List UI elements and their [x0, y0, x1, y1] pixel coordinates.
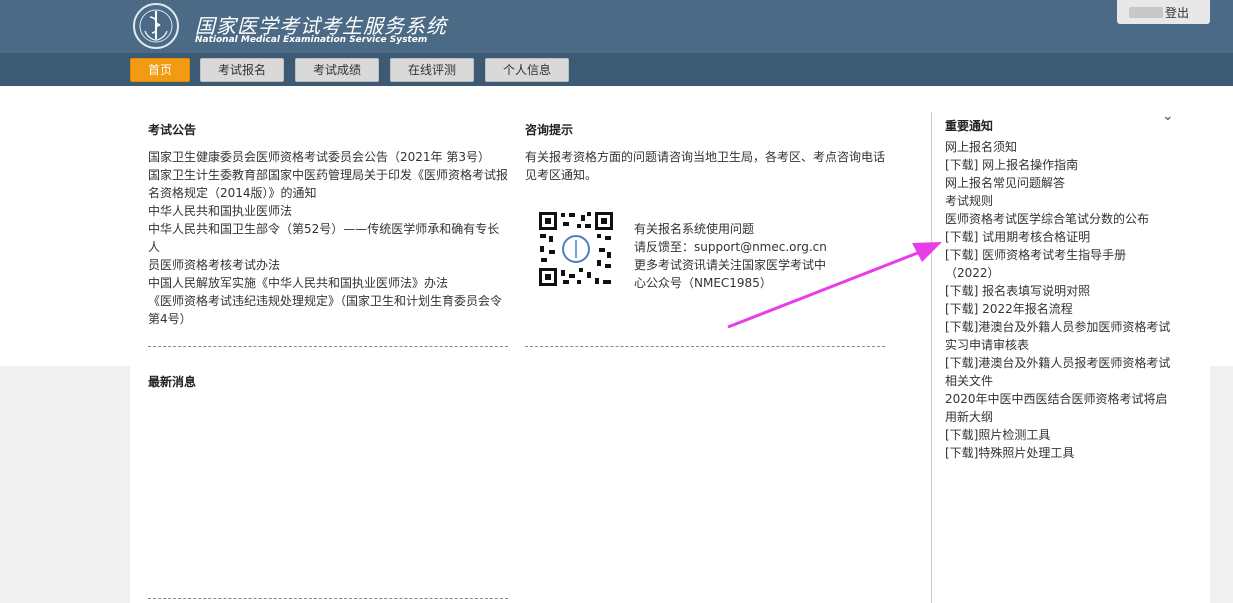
- announcement-link[interactable]: 国家卫生健康委员会医师资格考试委员会公告（2021年 第3号）: [148, 148, 510, 166]
- notice-link[interactable]: 网上报名须知: [945, 138, 1175, 156]
- notice-link[interactable]: [下载]港澳台及外籍人员报考医师资格考试: [945, 354, 1175, 372]
- consult-line: 有关报考资格方面的问题请咨询当地卫生局，各考区、考点咨询电话: [525, 150, 886, 164]
- notice-link[interactable]: 考试规则: [945, 192, 1175, 210]
- tab-home[interactable]: 首页: [130, 58, 190, 82]
- notice-link[interactable]: 实习申请审核表: [945, 336, 1175, 354]
- tab-exam-scores[interactable]: 考试成绩: [295, 58, 379, 82]
- news-title: 最新消息: [148, 375, 197, 389]
- logo-emblem-icon: [133, 3, 179, 49]
- announcement-link[interactable]: 《医师资格考试违纪违规处理规定》（国家卫生和计划生育委员会令: [148, 292, 510, 310]
- announcement-link[interactable]: 国家卫生计生委教育部国家中医药管理局关于印发《医师资格考试报: [148, 166, 510, 184]
- chevron-down-icon[interactable]: ⌄: [1162, 108, 1174, 124]
- tab-online-assessment[interactable]: 在线评测: [390, 58, 474, 82]
- important-title: 重要通知: [945, 119, 994, 133]
- announcements-title: 考试公告: [148, 123, 197, 137]
- consult-title: 咨询提示: [525, 123, 574, 137]
- announcement-link[interactable]: 中华人民共和国执业医师法: [148, 202, 510, 220]
- announcement-link[interactable]: 第4号）: [148, 310, 510, 328]
- tab-exam-registration[interactable]: 考试报名: [200, 58, 284, 82]
- announcements-list: 国家卫生健康委员会医师资格考试委员会公告（2021年 第3号） 国家卫生计生委教…: [148, 148, 510, 328]
- logout-link[interactable]: 登出: [1165, 4, 1189, 21]
- consult-text: 有关报考资格方面的问题请咨询当地卫生局，各考区、考点咨询电话 见考区通知。: [525, 148, 887, 184]
- announcement-link[interactable]: 中华人民共和国卫生部令（第52号）——传统医学师承和确有专长人: [148, 220, 510, 256]
- notice-link[interactable]: [下载] 医师资格考试考生指导手册: [945, 246, 1175, 264]
- notice-link[interactable]: （2022）: [945, 264, 1175, 282]
- qr-info-line: 更多考试资讯请关注国家医学考试中: [634, 258, 827, 272]
- important-list: 网上报名须知 [下载] 网上报名操作指南 网上报名常见问题解答 考试规则 医师资…: [945, 138, 1175, 462]
- notice-link[interactable]: 网上报名常见问题解答: [945, 174, 1175, 192]
- notice-link[interactable]: 医师资格考试医学综合笔试分数的公布: [945, 210, 1175, 228]
- site-subtitle: National Medical Examination Service Sys…: [195, 35, 428, 45]
- tab-personal-info[interactable]: 个人信息: [485, 58, 569, 82]
- user-menu: 登出: [1117, 0, 1210, 24]
- notice-link[interactable]: [下载] 2022年报名流程: [945, 300, 1175, 318]
- consult-line: 见考区通知。: [525, 168, 598, 182]
- main-nav: 首页 考试报名 考试成绩 在线评测 个人信息: [0, 53, 1233, 86]
- username-redacted: [1129, 7, 1163, 18]
- site-header: 国家医学考试考生服务系统 National Medical Examinatio…: [0, 0, 1233, 53]
- announcement-link[interactable]: 中国人民解放军实施《中华人民共和国执业医师法》办法: [148, 274, 510, 292]
- qr-code-icon: [537, 210, 615, 288]
- notice-link[interactable]: 2020年中医中西医结合医师资格考试将启: [945, 390, 1175, 408]
- notice-link[interactable]: 用新大纲: [945, 408, 1175, 426]
- notice-link[interactable]: [下载] 试用期考核合格证明: [945, 228, 1175, 246]
- qr-info: 有关报名系统使用问题 请反馈至：support@nmec.org.cn 更多考试…: [634, 220, 834, 292]
- column-divider: [931, 112, 932, 603]
- notice-link[interactable]: 相关文件: [945, 372, 1175, 390]
- notice-link[interactable]: [下载] 网上报名操作指南: [945, 156, 1175, 174]
- notice-link[interactable]: [下载] 报名表填写说明对照: [945, 282, 1175, 300]
- notice-link[interactable]: [下载]特殊照片处理工具: [945, 444, 1175, 462]
- divider: [525, 346, 885, 347]
- notice-link[interactable]: [下载]港澳台及外籍人员参加医师资格考试: [945, 318, 1175, 336]
- notice-link[interactable]: [下载]照片检测工具: [945, 426, 1175, 444]
- qr-info-line: 有关报名系统使用问题: [634, 222, 755, 236]
- announcement-link[interactable]: 员医师资格考核考试办法: [148, 256, 510, 274]
- qr-info-line: 心公众号（NMEC1985）: [634, 276, 772, 290]
- announcement-link[interactable]: 名资格规定（2014版）》的通知: [148, 184, 510, 202]
- divider: [148, 598, 508, 599]
- divider: [148, 346, 508, 347]
- qr-info-line: 请反馈至：support@nmec.org.cn: [634, 240, 827, 254]
